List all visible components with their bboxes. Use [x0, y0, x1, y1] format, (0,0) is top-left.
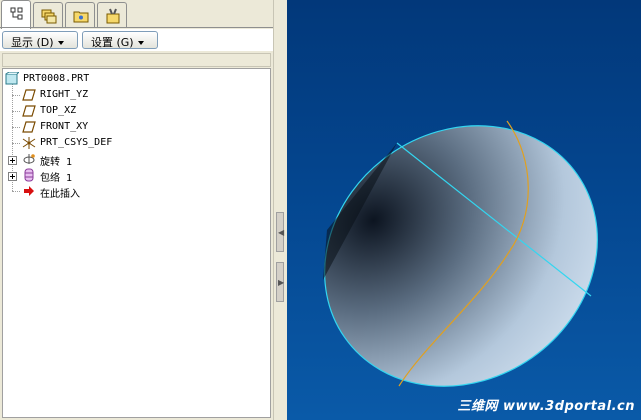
tab-divider [0, 27, 273, 28]
tree-item-label: 旋转 1 [40, 157, 73, 168]
tree-connector [12, 111, 20, 112]
insert-here-arrow-icon [24, 186, 34, 196]
chevron-down-icon [137, 41, 144, 45]
graphics-viewport[interactable]: 三维网 www.3dportal.cn [287, 0, 641, 420]
tab-folder[interactable] [65, 2, 95, 28]
expand-wrap-toggle[interactable] [8, 172, 17, 181]
datum-plane-icon [22, 121, 36, 133]
tree-root-label: PRT0008.PRT [23, 73, 90, 84]
chevron-down-icon [57, 41, 64, 45]
tree-item-label: RIGHT_YZ [40, 89, 89, 100]
csys-icon [22, 137, 36, 149]
settings-menu-label: 设置 (G) [91, 36, 134, 49]
chevron-right-icon: ▶ [278, 278, 285, 287]
layers-icon [41, 9, 57, 24]
model-tree: PRT0008.PRT RIGHT_YZ TOP_XZ FRONT_XY PRT… [2, 68, 271, 418]
tools-icon [106, 8, 120, 24]
tab-model-tree[interactable] [1, 0, 31, 29]
settings-menu-button[interactable]: 设置 (G) [82, 31, 158, 49]
tree-item-label: FRONT_XY [40, 121, 89, 132]
tree-connector [12, 95, 20, 96]
tree-item-label: 包络 1 [40, 173, 73, 184]
tab-favorites[interactable] [97, 2, 127, 28]
datum-plane-icon [22, 89, 36, 101]
tree-header-bar [2, 53, 271, 67]
3d-model-render [323, 120, 598, 387]
tree-item-label: 在此插入 [40, 189, 80, 200]
expand-right-handle[interactable]: ▶ [276, 262, 284, 302]
tree-connector [12, 127, 20, 128]
model-tree-panel: 显示 (D) 设置 (G) PRT0008.PRT RIGHT_YZ TOP_X… [0, 0, 273, 420]
tree-menu-row: 显示 (D) 设置 (G) [0, 29, 273, 51]
folder-icon [73, 11, 89, 23]
tree-item-label: PRT_CSYS_DEF [40, 137, 113, 148]
tree-connector [12, 191, 20, 192]
navigator-tabs [0, 0, 273, 29]
panel-splitter[interactable]: ◀ ▶ [273, 0, 287, 420]
show-menu-label: 显示 (D) [11, 36, 54, 49]
watermark-text: 三维网 www.3dportal.cn [457, 399, 635, 414]
part-icon [5, 72, 19, 85]
tree-icon [10, 7, 23, 20]
revolve-icon [23, 154, 35, 164]
show-menu-button[interactable]: 显示 (D) [2, 31, 78, 49]
tree-item-label: TOP_XZ [40, 105, 77, 116]
tree-connector [12, 143, 20, 144]
chevron-left-icon: ◀ [278, 228, 285, 237]
tab-layers[interactable] [33, 2, 63, 28]
datum-plane-icon [22, 105, 36, 117]
wrap-icon [24, 168, 34, 182]
expand-revolve-toggle[interactable] [8, 156, 17, 165]
collapse-left-handle[interactable]: ◀ [276, 212, 284, 252]
